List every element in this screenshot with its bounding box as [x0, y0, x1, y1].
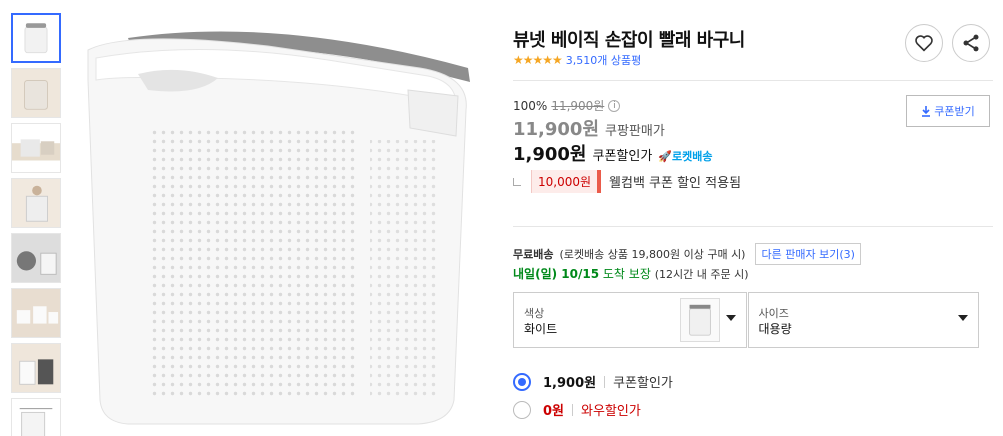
- thumbnail-4[interactable]: [11, 178, 61, 228]
- thumbnail-8[interactable]: [11, 398, 61, 436]
- corner-mark: [513, 177, 521, 186]
- radio-wow[interactable]: [513, 400, 531, 419]
- thumbnail-list: [11, 13, 63, 436]
- divider: [513, 226, 993, 227]
- sale-price-label: 쿠팡판매가: [605, 124, 665, 139]
- separator: [572, 403, 574, 416]
- share-icon: [963, 34, 979, 52]
- discount-row: 100% 11,900원 i: [513, 97, 621, 114]
- thumbnail-1[interactable]: [11, 13, 61, 63]
- color-value: 화이트: [524, 322, 558, 336]
- rating-row: ★★★★★ 3,510개 상품평: [513, 52, 641, 68]
- coupon-download-button[interactable]: 쿠폰받기: [906, 95, 990, 127]
- color-swatch-image: [680, 298, 720, 342]
- coupon-button-label: 쿠폰받기: [934, 105, 975, 118]
- delivery-note: (12시간 내 주문 시): [654, 268, 749, 281]
- radio-coupon[interactable]: [513, 372, 531, 391]
- option-selectors: 색상 화이트 사이즈 대용량: [513, 292, 979, 348]
- thumbnail-6[interactable]: [11, 288, 61, 338]
- delivery-day: 내일(일) 10/15: [513, 267, 600, 281]
- main-product-image: [78, 20, 478, 430]
- welcome-coupon-row: 10,000원 웰컴백 쿠폰 할인 적용됨: [513, 170, 741, 193]
- coupon-price-row: 1,900원 쿠폰할인가 🚀로켓배송: [513, 140, 713, 166]
- original-price: 11,900원: [551, 99, 605, 113]
- download-icon: [922, 105, 931, 117]
- thumbnail-2[interactable]: [11, 68, 61, 118]
- welcome-coupon-amount: 10,000원: [531, 170, 602, 193]
- divider: [513, 80, 993, 81]
- price-option-coupon-price: 1,900원: [543, 376, 597, 391]
- color-label: 색상: [524, 307, 545, 320]
- product-title: 뷰넷 베이직 손잡이 빨래 바구니: [513, 30, 745, 51]
- discount-rate: 100%: [513, 98, 548, 113]
- delivery-info: 내일(일) 10/15 도착 보장 (12시간 내 주문 시): [513, 265, 749, 282]
- chevron-down-icon: [725, 315, 736, 321]
- separator: [604, 375, 606, 388]
- price-option-coupon-label: 쿠폰할인가: [613, 376, 673, 391]
- price-option-coupon[interactable]: 1,900원 쿠폰할인가: [513, 372, 673, 391]
- rocket-icon: 🚀: [658, 150, 673, 163]
- price-option-wow[interactable]: 0원 와우할인가: [513, 400, 641, 419]
- thumbnail-7[interactable]: [11, 343, 61, 393]
- free-shipping-label: 무료배송: [513, 248, 554, 261]
- coupon-price-label: 쿠폰할인가: [592, 149, 653, 164]
- color-select[interactable]: 색상 화이트: [513, 292, 747, 348]
- price-option-wow-label: 와우할인가: [581, 404, 641, 419]
- free-shipping-detail: (로켓배송 상품 19,800원 이상 구매 시): [559, 248, 746, 261]
- size-value: 대용량: [758, 322, 792, 336]
- share-button[interactable]: [952, 24, 990, 62]
- delivery-arrive: 도착 보장: [602, 267, 651, 281]
- size-label: 사이즈: [758, 307, 789, 320]
- sale-price: 11,900원: [513, 119, 600, 140]
- shipping-row: 무료배송 (로켓배송 상품 19,800원 이상 구매 시) 다른 판매자 보기…: [513, 243, 861, 265]
- favorite-button[interactable]: [905, 24, 943, 62]
- review-count-link[interactable]: 3,510개 상품평: [566, 52, 641, 68]
- welcome-coupon-text: 웰컴백 쿠폰 할인 적용됨: [609, 176, 742, 191]
- thumbnail-5[interactable]: [11, 233, 61, 283]
- chevron-down-icon: [958, 315, 968, 321]
- coupon-price: 1,900원: [513, 144, 587, 165]
- heart-icon: [915, 35, 933, 52]
- size-select[interactable]: 사이즈 대용량: [747, 292, 979, 348]
- thumbnail-3[interactable]: [11, 123, 61, 173]
- sale-price-row: 11,900원 쿠팡판매가: [513, 115, 665, 141]
- info-icon[interactable]: i: [608, 99, 621, 112]
- rating-stars: ★★★★★: [513, 53, 563, 67]
- other-sellers-button[interactable]: 다른 판매자 보기(3): [755, 243, 861, 265]
- price-option-wow-price: 0원: [543, 404, 565, 419]
- rocket-delivery-badge: 🚀로켓배송: [658, 150, 713, 163]
